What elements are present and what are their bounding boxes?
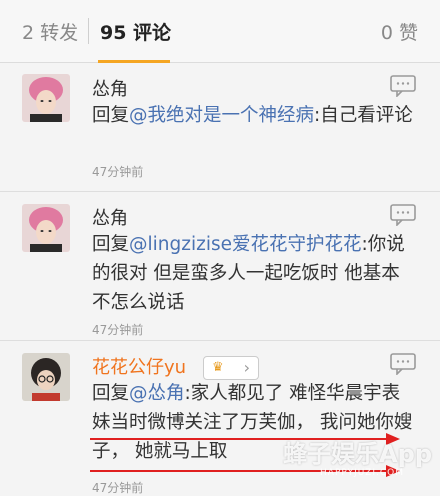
comment-text: :自己看评论 <box>314 105 413 126</box>
timestamp: 47分钟前 <box>92 481 144 495</box>
mention-link[interactable]: @怂角 <box>129 383 185 404</box>
tab-comments[interactable]: 95 评论 <box>100 18 171 45</box>
reply-icon[interactable] <box>390 75 416 97</box>
comment-body: 回复@lingzizise爱花花守护花花:你说的很对 但是蛮多人一起吃饭时 他基… <box>92 230 414 317</box>
comment-item[interactable]: 怂角 回复@lingzizise爱花花守护花花:你说的很对 但是蛮多人一起吃饭时… <box>0 192 440 340</box>
avatar[interactable] <box>22 74 70 122</box>
mention-link[interactable]: @我绝对是一个神经病 <box>129 105 314 126</box>
avatar[interactable] <box>22 353 70 401</box>
member-badge[interactable]: ♛ › <box>203 356 259 380</box>
watermark-url: HAPPYJUZI.COM <box>320 468 404 478</box>
watermark: 蜂子娱乐App <box>283 440 432 468</box>
chevron-right-icon: › <box>243 358 250 377</box>
comment-item[interactable]: 怂角 回复@我绝对是一个神经病:自己看评论 47分钟前 <box>0 63 440 191</box>
timestamp: 47分钟前 <box>92 165 144 179</box>
crown-icon: ♛ <box>212 360 224 375</box>
reply-prefix: 回复 <box>92 234 130 255</box>
username[interactable]: 怂角 <box>92 204 128 230</box>
tab-likes[interactable]: 0 赞 <box>381 18 418 45</box>
tab-divider <box>88 18 89 44</box>
reply-prefix: 回复 <box>92 105 130 126</box>
timestamp: 47分钟前 <box>92 323 144 337</box>
username[interactable]: 怂角 <box>92 75 128 101</box>
mention-link[interactable]: @lingzizise爱花花守护花花 <box>129 234 361 255</box>
reply-icon[interactable] <box>390 353 416 375</box>
username[interactable]: 花花公仔yu <box>92 353 186 379</box>
tab-bar: 2 转发 95 评论 0 赞 <box>0 0 440 63</box>
reply-prefix: 回复 <box>92 383 130 404</box>
comment-body: 回复@我绝对是一个神经病:自己看评论 <box>92 101 414 130</box>
avatar[interactable] <box>22 204 70 252</box>
reply-icon[interactable] <box>390 204 416 226</box>
tab-forwards[interactable]: 2 转发 <box>22 18 78 45</box>
